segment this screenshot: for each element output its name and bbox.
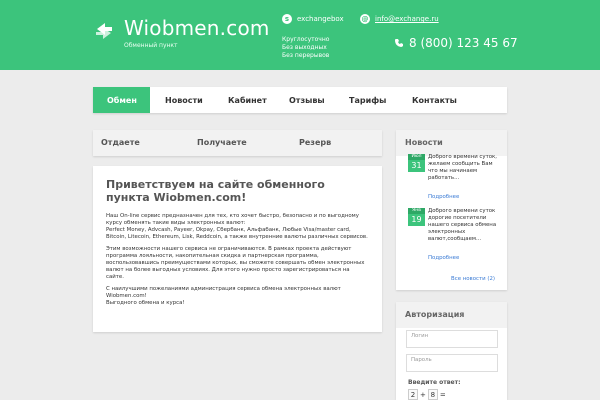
news-text: Доброго времени суток дорогие посетители…	[428, 208, 497, 242]
column-get[interactable]: Получаете	[197, 138, 247, 147]
news-item[interactable]: Июл 31 Доброго времени суток, желаем соо…	[408, 154, 498, 204]
nav-item-exchange[interactable]: Обмен	[93, 87, 150, 113]
column-reserve[interactable]: Резерв	[299, 138, 331, 147]
auth-title: Авторизация	[405, 310, 465, 319]
phone-number: 8 (800) 123 45 67	[409, 36, 518, 50]
news-day: 31	[411, 161, 422, 170]
news-day: 19	[411, 215, 422, 224]
hours-line: Без выходных	[282, 44, 327, 51]
news-more-link[interactable]: Подробнее	[428, 255, 459, 261]
news-more-link[interactable]: Подробнее	[428, 194, 459, 200]
welcome-panel: Приветствуем на сайте обменного пункта W…	[93, 166, 382, 332]
captcha-number: 8	[427, 389, 438, 400]
news-text: Доброго времени суток, желаем сообщить В…	[428, 154, 497, 181]
news-date: Июл 31	[408, 154, 425, 172]
working-hours: Круглосуточно Без выходных Без перерывов	[282, 36, 329, 60]
hours-line: Без перерывов	[282, 52, 330, 59]
exchange-arrows-icon[interactable]	[93, 20, 115, 42]
nav-item-reviews[interactable]: Отзывы	[271, 87, 331, 113]
captcha: 2 + 8 =	[408, 389, 446, 400]
nav-item-news[interactable]: Новости	[150, 87, 209, 113]
all-news-link[interactable]: Все новости (2)	[451, 276, 495, 282]
captcha-operator: +	[420, 390, 426, 399]
news-date: Янв 19	[408, 208, 425, 226]
email-contact[interactable]: @ info@exchange.ru	[360, 14, 439, 24]
main-nav: Обмен Новости Кабинет Отзывы Тарифы Конт…	[93, 87, 507, 113]
skype-name: exchangebox	[297, 15, 344, 23]
auth-widget: Авторизация Логин Пароль Введите ответ: …	[396, 302, 507, 400]
logo-subtitle: Обменный пункт	[124, 42, 178, 49]
welcome-paragraph: Наш On-line сервис предназначен для тех,…	[106, 213, 368, 240]
nav-item-cabinet[interactable]: Кабинет	[209, 87, 271, 113]
logo-title[interactable]: Wiobmen.com	[124, 16, 270, 40]
news-item[interactable]: Янв 19 Доброго времени суток дорогие пос…	[408, 208, 498, 268]
password-input[interactable]: Пароль	[406, 354, 498, 372]
captcha-equals: =	[439, 390, 446, 399]
column-give[interactable]: Отдаете	[101, 138, 140, 147]
news-widget: Новости Июл 31 Доброго времени суток, же…	[396, 130, 507, 290]
captcha-label: Введите ответ:	[408, 379, 461, 386]
rates-table-header: Отдаете Получаете Резерв	[93, 130, 382, 156]
skype-contact[interactable]: s exchangebox	[282, 14, 344, 24]
hours-line: Круглосуточно	[282, 36, 330, 43]
skype-icon: s	[282, 14, 292, 24]
welcome-paragraph: Этим возможности нашего сервиса не огран…	[106, 246, 365, 280]
nav-item-contacts[interactable]: Контакты	[397, 87, 467, 113]
mail-icon: @	[360, 14, 370, 24]
site-header: Wiobmen.com Обменный пункт s exchangebox…	[0, 0, 600, 70]
captcha-number: 2	[408, 389, 418, 400]
news-title: Новости	[405, 138, 443, 147]
phone-contact[interactable]: 8 (800) 123 45 67	[394, 36, 518, 50]
email-link[interactable]: info@exchange.ru	[375, 15, 439, 23]
welcome-title: Приветствуем на сайте обменного пункта W…	[106, 178, 325, 204]
nav-item-tariffs[interactable]: Тарифы	[331, 87, 397, 113]
welcome-paragraph: С наилучшими пожеланиями администрация с…	[106, 286, 341, 306]
login-input[interactable]: Логин	[406, 330, 498, 348]
phone-icon	[395, 39, 403, 47]
